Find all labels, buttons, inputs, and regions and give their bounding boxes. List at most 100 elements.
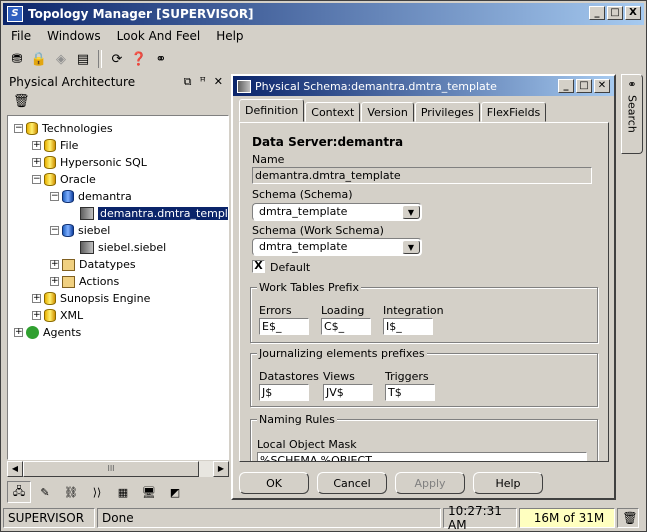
tab-definition[interactable]: Definition (239, 99, 305, 122)
tab-context[interactable]: Context (305, 102, 361, 122)
context-tab-icon[interactable]: ✎ (33, 481, 57, 503)
apply-button[interactable]: Apply (395, 472, 465, 494)
schema-icon (237, 79, 251, 93)
loading-input[interactable]: C$_ (321, 318, 371, 335)
tree-node-file[interactable]: + File (32, 137, 78, 154)
scroll-right-icon[interactable]: ▶ (213, 461, 229, 477)
physical-architecture-tab-icon[interactable]: 🖧 (7, 481, 31, 503)
datastores-input[interactable]: J$ (259, 384, 309, 401)
work-schema-label: Schema (Work Schema) (252, 224, 384, 237)
expand-icon[interactable]: + (32, 158, 41, 167)
frame-maximize-button[interactable]: □ (576, 79, 592, 93)
menu-help[interactable]: Help (208, 29, 251, 43)
hosts-tab-icon[interactable]: ◩ (163, 481, 187, 503)
naming-rules-group: Naming Rules Local Object Mask %SCHEMA.%… (250, 413, 598, 461)
menu-file[interactable]: File (3, 29, 39, 43)
status-time: 10:27:31 AM (443, 504, 517, 532)
errors-label: Errors (259, 304, 292, 317)
refresh-icon[interactable]: ⟳ (107, 49, 127, 69)
view-icon[interactable]: ▤ (73, 49, 93, 69)
frame-buttons: OK Cancel Apply Help (239, 472, 543, 494)
minimize-button[interactable]: _ (589, 6, 605, 20)
logical-architecture-tab-icon[interactable]: ⛓ (59, 481, 83, 503)
menu-bar: File Windows Look And Feel Help (3, 26, 252, 46)
maximize-button[interactable]: □ (607, 6, 623, 20)
tree-node-demantra[interactable]: − demantra (50, 188, 132, 205)
journalizing-group: Journalizing elements prefixes Datastore… (250, 347, 598, 407)
pin-icon[interactable]: ꟸ (199, 75, 205, 89)
tree-node-demantra-dmtra-template[interactable]: demantra.dmtra_template (80, 205, 228, 222)
work-tables-group: Work Tables Prefix Errors E$_ Loading C$… (250, 281, 598, 343)
expand-icon[interactable]: + (14, 328, 23, 337)
physical-architecture-pane: Physical Architecture ⧉ ꟸ ✕ 🗑 − Technolog… (5, 73, 229, 505)
tree-node-hypersonic-sql[interactable]: + Hypersonic SQL (32, 154, 147, 171)
tree-node-siebel-siebel[interactable]: siebel.siebel (80, 239, 166, 256)
close-pane-icon[interactable]: ✕ (214, 75, 223, 89)
close-button[interactable]: X (625, 6, 641, 20)
schema-select[interactable]: dmtra_template ▼ (252, 203, 422, 221)
topology-icon[interactable]: ⛃ (7, 49, 27, 69)
ok-button[interactable]: OK (239, 472, 309, 494)
expand-icon[interactable]: + (50, 277, 59, 286)
pane-header: Physical Architecture ⧉ ꟸ ✕ (5, 73, 229, 91)
collapse-icon[interactable]: − (50, 192, 59, 201)
triggers-input[interactable]: T$ (385, 384, 435, 401)
frame-minimize-button[interactable]: _ (558, 79, 574, 93)
tree-node-agents[interactable]: + Agents (14, 324, 81, 341)
scroll-left-icon[interactable]: ◀ (7, 461, 23, 477)
menu-windows[interactable]: Windows (39, 29, 109, 43)
user-lock-icon[interactable]: 🔒 (29, 49, 49, 69)
memory-indicator: 16M of 31M (519, 508, 615, 528)
tab-flexfields[interactable]: FlexFields (480, 102, 547, 122)
scroll-thumb[interactable]: III (23, 461, 199, 477)
horizontal-scrollbar[interactable]: ◀ III ▶ (7, 461, 229, 477)
naming-rules-title: Naming Rules (257, 413, 337, 426)
integration-input[interactable]: I$_ (383, 318, 433, 335)
tree-node-datatypes[interactable]: + Datatypes (50, 256, 136, 273)
frame-close-button[interactable]: ✕ (594, 79, 610, 93)
repositories-tab-icon[interactable]: 🖥 (137, 481, 161, 503)
garbage-collect-icon[interactable]: 🗑 (617, 508, 639, 528)
physical-tree: − Technologies + File + Hypersonic SQL − Ora… (7, 115, 229, 460)
collapse-icon[interactable]: − (50, 226, 59, 235)
tree-node-xml[interactable]: + XML (32, 307, 83, 324)
help-button[interactable]: Help (473, 472, 543, 494)
expand-icon[interactable]: + (50, 260, 59, 269)
cancel-button[interactable]: Cancel (317, 472, 387, 494)
tab-privileges[interactable]: Privileges (414, 102, 480, 122)
expand-icon[interactable]: + (32, 311, 41, 320)
views-input[interactable]: JV$ (323, 384, 373, 401)
chevron-down-icon[interactable]: ▼ (402, 205, 420, 219)
tree-node-actions[interactable]: + Actions (50, 273, 119, 290)
default-checkbox[interactable]: X (252, 260, 265, 273)
name-field[interactable]: demantra.dmtra_template (252, 167, 592, 184)
tree-node-sunopsis-engine[interactable]: + Sunopsis Engine (32, 290, 150, 307)
search-side-tab[interactable]: ⚭ Search (621, 74, 643, 154)
help-icon[interactable]: ❓ (129, 49, 149, 69)
collapse-icon[interactable]: − (14, 124, 23, 133)
frame-title-bar: Physical Schema:demantra.dmtra_template … (233, 76, 614, 96)
expand-icon[interactable]: + (32, 294, 41, 303)
chevron-down-icon[interactable]: ▼ (402, 240, 420, 254)
expand-icon[interactable]: + (32, 141, 41, 150)
tree-node-oracle[interactable]: − Oracle (32, 171, 96, 188)
menu-look-and-feel[interactable]: Look And Feel (109, 29, 209, 43)
tree-node-siebel[interactable]: − siebel (50, 222, 110, 239)
pane-title: Physical Architecture (9, 75, 136, 89)
status-bar: SUPERVISOR Done 10:27:31 AM 16M of 31M 🗑 (3, 504, 644, 532)
tab-version[interactable]: Version (361, 102, 414, 122)
languages-tab-icon[interactable]: ▦ (111, 481, 135, 503)
float-icon[interactable]: ⧉ (184, 75, 192, 89)
disabled-tool-icon[interactable]: ◈ (51, 49, 71, 69)
agents-tab-icon[interactable]: ⟩⟩ (85, 481, 109, 503)
local-object-mask-input[interactable]: %SCHEMA.%OBJECT (257, 452, 587, 461)
search-tab-label: Search (625, 95, 639, 133)
binoculars-icon[interactable]: ⚭ (151, 49, 171, 69)
collapse-icon[interactable]: − (32, 175, 41, 184)
work-schema-select[interactable]: dmtra_template ▼ (252, 238, 422, 256)
errors-input[interactable]: E$_ (259, 318, 309, 335)
delete-icon[interactable]: 🗑 (5, 91, 229, 111)
tree-node-technologies[interactable]: − Technologies (14, 120, 113, 137)
schema-icon (80, 241, 94, 254)
scroll-track[interactable] (199, 461, 213, 477)
